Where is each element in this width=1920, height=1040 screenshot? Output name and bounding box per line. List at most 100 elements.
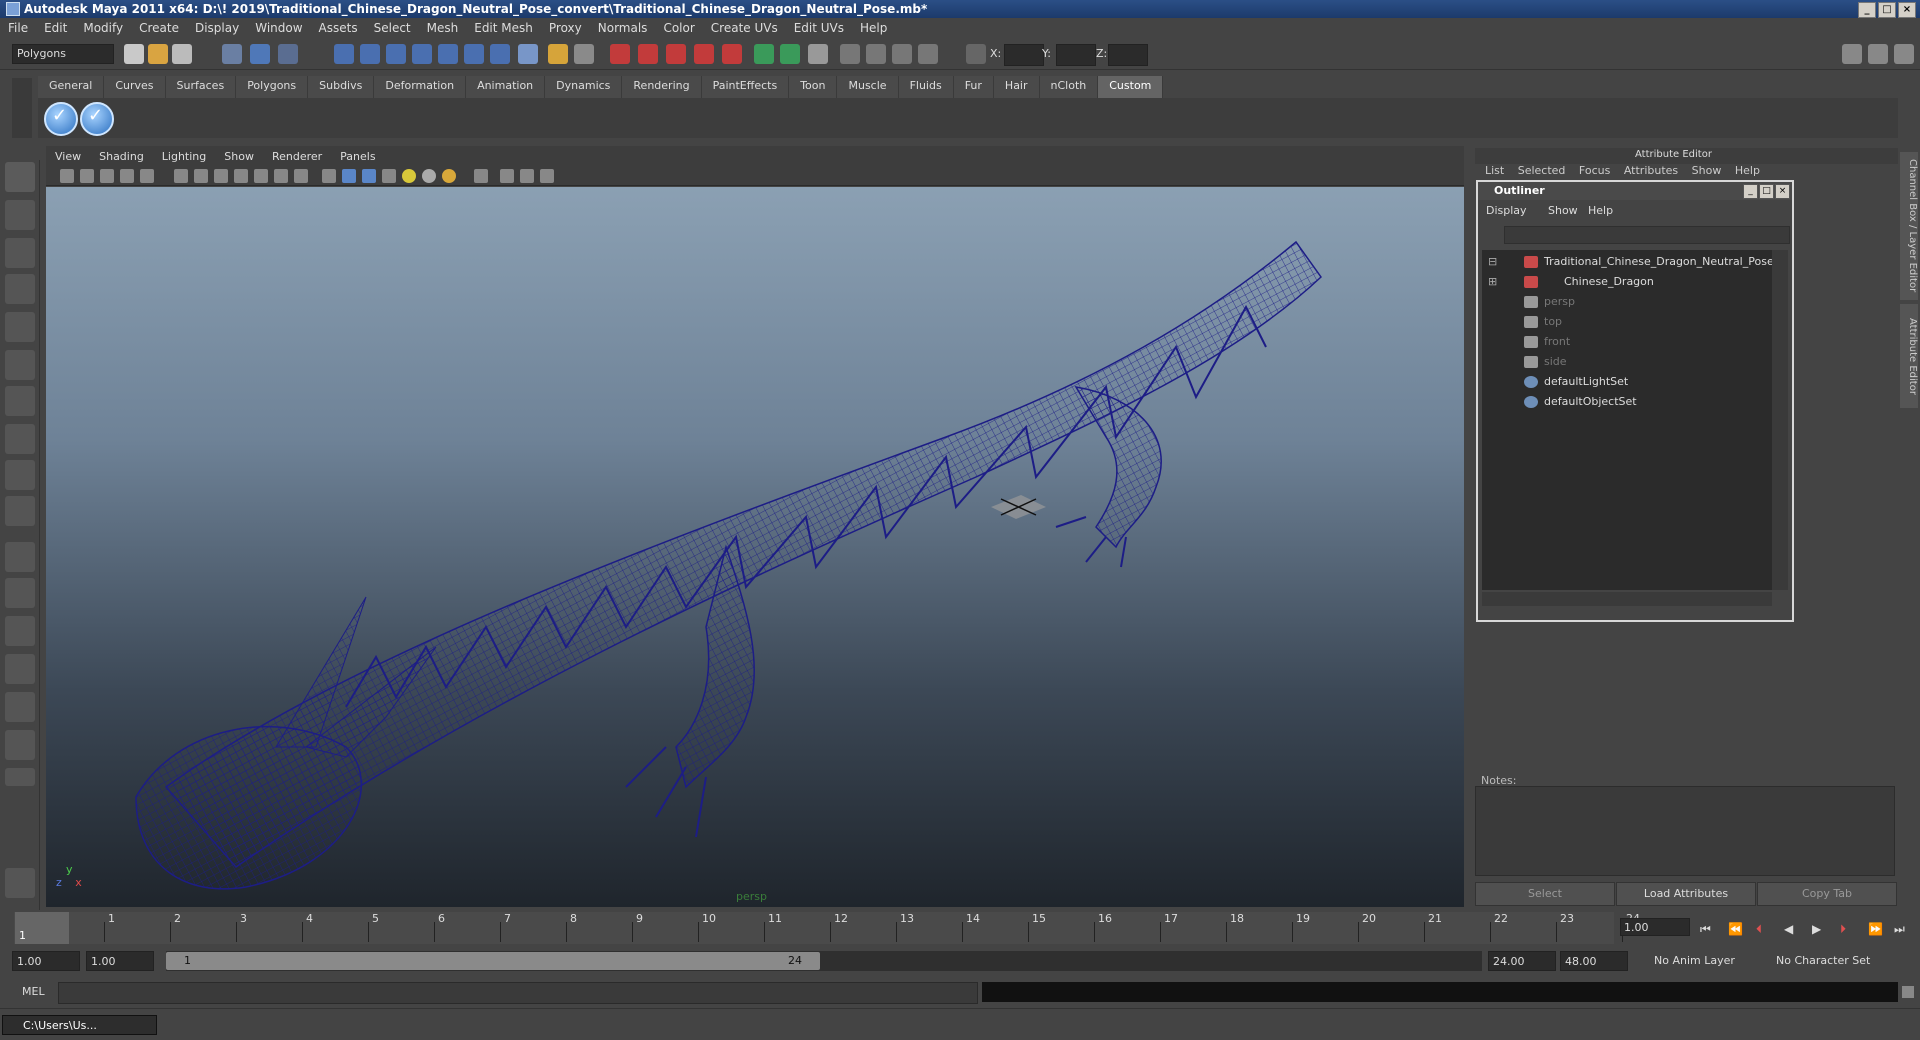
animation-end-field[interactable]: 48.00 (1560, 951, 1628, 971)
single-perspective-layout-icon[interactable] (5, 542, 35, 572)
ae-menu-focus[interactable]: Focus (1579, 164, 1610, 177)
minimized-window-item[interactable]: C:\Users\Us... (2, 1015, 157, 1035)
step-forward-icon[interactable]: ⏩ (1868, 922, 1883, 936)
hypershade-layout-icon[interactable] (5, 730, 35, 760)
ae-copy-tab-button[interactable]: Copy Tab (1757, 882, 1897, 906)
perspective-viewport[interactable]: y z x persp (46, 187, 1464, 907)
character-set-dropdown[interactable]: No Character Set (1772, 951, 1882, 971)
ipr-render-icon[interactable] (638, 44, 658, 64)
animation-start-field[interactable]: 1.00 (12, 951, 80, 971)
outliner-menu-show[interactable]: Show (1548, 204, 1578, 217)
display-icon[interactable] (892, 44, 912, 64)
outliner-item[interactable]: persp (1482, 292, 1772, 312)
viewport-menu-show[interactable]: Show (215, 150, 263, 163)
hypershade-icon[interactable] (722, 44, 742, 64)
shelf-tab-rendering[interactable]: Rendering (622, 76, 702, 98)
viewport-menu-panels[interactable]: Panels (331, 150, 384, 163)
ae-menu-selected[interactable]: Selected (1518, 164, 1566, 177)
playback-start-field[interactable]: 1.00 (86, 951, 154, 971)
render-frame-icon[interactable] (610, 44, 630, 64)
menu-edit-uvs[interactable]: Edit UVs (786, 21, 852, 35)
z-field[interactable] (1108, 44, 1148, 66)
minimize-button[interactable]: _ (1858, 2, 1876, 18)
modeling-toolkit-icon[interactable] (840, 44, 860, 64)
play-forward-icon[interactable]: ▶ (1812, 922, 1821, 936)
menu-file[interactable]: File (0, 21, 36, 35)
move-tool-icon[interactable] (5, 274, 35, 304)
menu-color[interactable]: Color (655, 21, 702, 35)
attribute-editor-tab[interactable]: Attribute Editor (1900, 304, 1918, 408)
toggle-layout-icon[interactable] (1842, 44, 1862, 64)
select-tool-icon[interactable] (5, 162, 35, 192)
go-to-start-icon[interactable]: ⏮ (1700, 922, 1711, 937)
ae-load-attributes-button[interactable]: Load Attributes (1616, 882, 1756, 906)
menu-set-dropdown[interactable]: Polygons (12, 44, 114, 64)
outliner-maximize-button[interactable]: □ (1759, 184, 1774, 199)
snap-curve-icon[interactable] (360, 44, 380, 64)
shelf-tab-ncloth[interactable]: nCloth (1039, 76, 1099, 98)
notes-textarea[interactable] (1475, 786, 1895, 876)
ae-select-button[interactable]: Select (1475, 882, 1615, 906)
soft-mod-tool-icon[interactable] (5, 424, 35, 454)
rotate-tool-icon[interactable] (5, 312, 35, 342)
textured-icon[interactable] (382, 169, 396, 183)
film-gate-icon[interactable] (194, 169, 208, 183)
ae-menu-list[interactable]: List (1485, 164, 1504, 177)
show-channel-box-icon[interactable] (754, 44, 774, 64)
image-plane-icon[interactable] (120, 169, 134, 183)
xray-joints-icon[interactable] (520, 169, 534, 183)
range-slider[interactable]: 1 24 (166, 951, 1482, 971)
outliner-item[interactable]: ⊞ Chinese_Dragon (1482, 272, 1772, 292)
wireframe-on-shaded-icon[interactable] (362, 169, 376, 183)
lasso-tool-icon[interactable] (5, 200, 35, 230)
toggle-tool-settings-icon[interactable] (1868, 44, 1888, 64)
xray-components-icon[interactable] (540, 169, 554, 183)
open-scene-icon[interactable] (148, 44, 168, 64)
ae-menu-help[interactable]: Help (1735, 164, 1760, 177)
construction-history-icon[interactable] (548, 44, 568, 64)
high-quality-icon[interactable] (442, 169, 456, 183)
output-ops-icon[interactable] (490, 44, 510, 64)
persp-outliner-graph-layout-icon[interactable] (5, 692, 35, 722)
select-camera-icon[interactable] (60, 169, 74, 183)
shadows-icon[interactable] (422, 169, 436, 183)
universal-manipulator-icon[interactable] (5, 386, 35, 416)
menu-modify[interactable]: Modify (75, 21, 131, 35)
go-to-end-icon[interactable]: ⏭ (1894, 922, 1905, 937)
shelf-tab-fur[interactable]: Fur (953, 76, 994, 98)
four-view-layout-icon[interactable] (5, 578, 35, 608)
viewport-menu-view[interactable]: View (46, 150, 90, 163)
anim-layer-dropdown[interactable]: No Anim Layer (1650, 951, 1758, 971)
show-manipulator-icon[interactable] (5, 460, 35, 490)
play-backward-icon[interactable]: ◀ (1784, 922, 1793, 936)
render-settings-icon[interactable] (666, 44, 686, 64)
shelf-tab-dynamics[interactable]: Dynamics (545, 76, 623, 98)
toggle-channel-box-icon[interactable] (1894, 44, 1914, 64)
menu-edit-mesh[interactable]: Edit Mesh (466, 21, 541, 35)
menu-proxy[interactable]: Proxy (541, 21, 590, 35)
new-scene-icon[interactable] (124, 44, 144, 64)
close-button[interactable]: × (1898, 2, 1916, 18)
persp-graph-layout-icon[interactable] (5, 654, 35, 684)
shelf-menu-handle[interactable] (12, 78, 32, 138)
shelf-tab-surfaces[interactable]: Surfaces (165, 76, 237, 98)
step-forward-key-icon[interactable]: ⏵ (1840, 922, 1846, 937)
shelf-tab-custom[interactable]: Custom (1098, 76, 1164, 98)
lock-icon[interactable] (574, 44, 594, 64)
grid-icon[interactable] (174, 169, 188, 183)
range-slider-handle[interactable]: 1 24 (166, 952, 820, 970)
menu-help[interactable]: Help (852, 21, 895, 35)
select-object-icon[interactable] (250, 44, 270, 64)
x-field[interactable] (1004, 44, 1044, 66)
current-frame-field[interactable]: 1.00 (1620, 918, 1690, 936)
menu-window[interactable]: Window (247, 21, 310, 35)
menu-normals[interactable]: Normals (590, 21, 656, 35)
ae-menu-show[interactable]: Show (1692, 164, 1722, 177)
mel-label[interactable]: MEL (22, 985, 45, 998)
outliner-item[interactable]: defaultLightSet (1482, 372, 1772, 392)
outliner-item[interactable]: front (1482, 332, 1772, 352)
shelf-tab-general[interactable]: General (38, 76, 105, 98)
make-live-icon[interactable] (438, 44, 458, 64)
outliner-filter-field[interactable] (1504, 226, 1790, 244)
script-editor-icon[interactable] (1902, 986, 1914, 998)
